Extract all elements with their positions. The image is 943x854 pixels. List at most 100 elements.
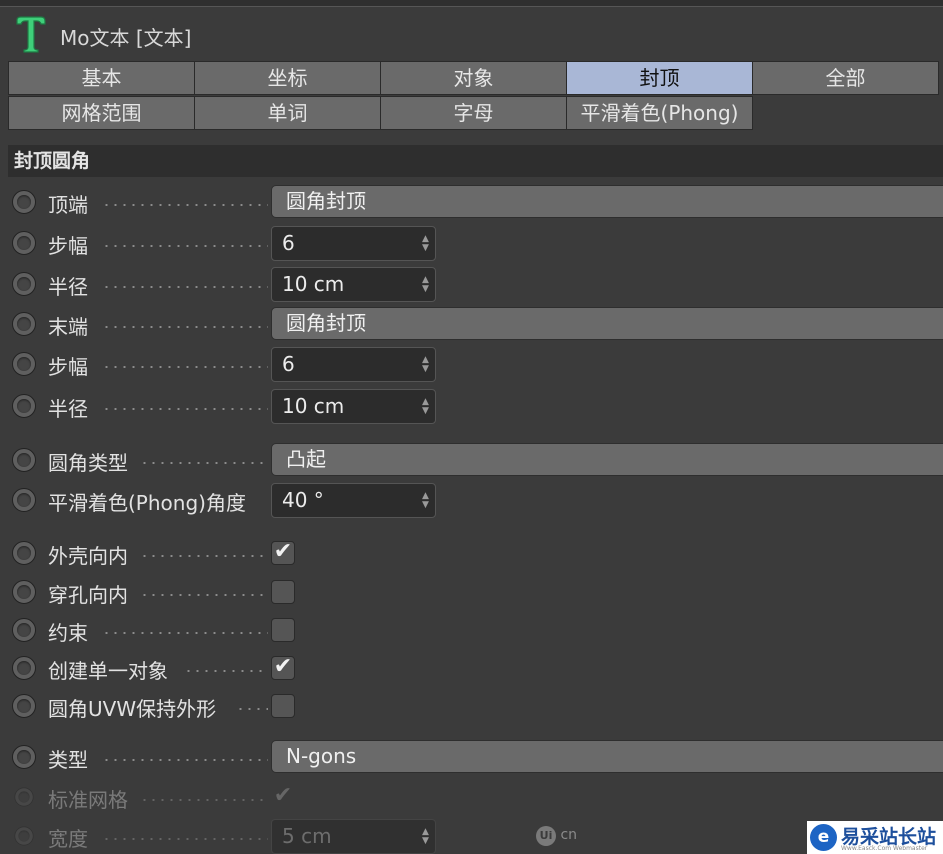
param-label: 末端 xyxy=(48,315,88,339)
animate-radio[interactable] xyxy=(12,312,36,336)
spin-arrows-icon[interactable]: ▲ ▼ xyxy=(421,492,430,510)
site-logo-icon: e xyxy=(810,824,837,851)
animate-radio[interactable] xyxy=(12,580,36,604)
param-label: 半径 xyxy=(48,275,88,299)
animate-radio[interactable] xyxy=(12,618,36,642)
hole-inwards-checkbox[interactable] xyxy=(271,580,295,604)
object-header: Mo文本 [文本] xyxy=(0,8,943,60)
fillet-type-dropdown[interactable]: 凸起 xyxy=(271,443,943,476)
keep-uvw-checkbox[interactable] xyxy=(271,694,295,718)
check-icon: ✔ xyxy=(273,539,293,564)
param-label: 外壳向内 xyxy=(48,544,128,568)
animate-radio[interactable] xyxy=(12,656,36,680)
leader-dots xyxy=(102,408,268,410)
param-row-fillet-type: 圆角类型 凸起 xyxy=(0,442,943,478)
param-row-hull-inwards: 外壳向内 ✔ xyxy=(0,535,943,571)
param-row-single-object: 创建单一对象 ✔ xyxy=(0,650,943,686)
animate-radio xyxy=(14,826,34,846)
param-row-phong-angle: 平滑着色(Phong)角度 40 ° ▲ ▼ xyxy=(0,482,943,518)
leader-dots xyxy=(140,555,268,557)
param-label: 创建单一对象 xyxy=(48,659,168,683)
constrain-checkbox[interactable] xyxy=(271,618,295,642)
tab-phong[interactable]: 平滑着色(Phong) xyxy=(566,96,753,130)
tab-all[interactable]: 全部 xyxy=(752,61,939,95)
animate-radio[interactable] xyxy=(12,448,36,472)
start-cap-dropdown[interactable]: 圆角封顶 xyxy=(271,185,943,218)
spin-arrows-icon[interactable]: ▲ ▼ xyxy=(421,356,430,374)
animate-radio[interactable] xyxy=(12,745,36,769)
animate-radio[interactable] xyxy=(12,488,36,512)
tab-mesh-range[interactable]: 网格范围 xyxy=(8,96,195,130)
leader-dots xyxy=(102,326,268,328)
animate-radio[interactable] xyxy=(12,394,36,418)
leader-dots xyxy=(102,366,268,368)
leader-dots xyxy=(236,708,268,710)
end-cap-dropdown[interactable]: 圆角封顶 xyxy=(271,307,943,340)
spin-value: 6 xyxy=(282,352,295,376)
param-label: 标准网格 xyxy=(48,788,128,812)
single-object-checkbox[interactable]: ✔ xyxy=(271,656,295,680)
hull-inwards-checkbox[interactable]: ✔ xyxy=(271,541,295,565)
animate-radio[interactable] xyxy=(12,272,36,296)
ui-watermark-text: cn xyxy=(560,827,578,843)
spin-arrows-icon[interactable]: ▲ ▼ xyxy=(421,398,430,416)
spin-value: 6 xyxy=(282,231,295,255)
param-label: 圆角类型 xyxy=(48,451,128,475)
width-input: 5 cm ▲ ▼ xyxy=(271,819,436,854)
animate-radio xyxy=(14,787,34,807)
ui-cn-watermark: Ui cn xyxy=(536,826,577,846)
spin-value: 10 cm xyxy=(282,272,345,296)
leader-dots xyxy=(102,838,268,840)
spin-value: 40 ° xyxy=(282,488,324,512)
type-dropdown[interactable]: N-gons xyxy=(271,740,943,773)
end-radius-input[interactable]: 10 cm ▲ ▼ xyxy=(271,389,436,424)
param-row-start: 顶端 圆角封顶 xyxy=(0,184,943,220)
start-steps-input[interactable]: 6 ▲ ▼ xyxy=(271,226,436,261)
section-title: 封顶圆角 xyxy=(8,145,943,177)
text-object-icon xyxy=(16,16,46,53)
animate-radio[interactable] xyxy=(12,352,36,376)
param-row-hole-inwards: 穿孔向内 xyxy=(0,574,943,610)
param-label: 顶端 xyxy=(48,193,88,217)
param-label: 步幅 xyxy=(48,355,88,379)
tab-letters[interactable]: 字母 xyxy=(380,96,567,130)
check-icon: ✔ xyxy=(273,783,293,808)
ui-logo-icon: Ui xyxy=(536,826,556,846)
regular-grid-checkbox: ✔ xyxy=(271,785,295,809)
tab-coordinates[interactable]: 坐标 xyxy=(194,61,381,95)
spin-arrows-icon[interactable]: ▲ ▼ xyxy=(421,276,430,294)
param-label: 宽度 xyxy=(48,827,88,851)
attribute-tabs: 基本 坐标 对象 封顶 全部 网格范围 单词 字母 平滑着色(Phong) xyxy=(8,61,939,133)
tab-caps[interactable]: 封顶 xyxy=(566,61,753,95)
leader-dots xyxy=(102,204,268,206)
param-row-regular-grid: 标准网格 ✔ xyxy=(0,779,943,815)
param-row-end-radius: 半径 10 cm ▲ ▼ xyxy=(0,388,943,424)
param-label: 圆角UVW保持外形 xyxy=(48,697,217,721)
phong-angle-input[interactable]: 40 ° ▲ ▼ xyxy=(271,483,436,518)
start-radius-input[interactable]: 10 cm ▲ ▼ xyxy=(271,267,436,302)
spin-arrows-icon: ▲ ▼ xyxy=(422,827,429,846)
param-label: 平滑着色(Phong)角度 xyxy=(48,491,246,515)
end-steps-input[interactable]: 6 ▲ ▼ xyxy=(271,347,436,382)
animate-radio[interactable] xyxy=(12,694,36,718)
spin-arrows-icon[interactable]: ▲ ▼ xyxy=(421,235,430,253)
spin-value: 5 cm xyxy=(282,824,332,848)
param-label: 穿孔向内 xyxy=(48,583,128,607)
tab-basic[interactable]: 基本 xyxy=(8,61,195,95)
param-row-constrain: 约束 xyxy=(0,612,943,648)
param-row-start-steps: 步幅 6 ▲ ▼ xyxy=(0,225,943,261)
leader-dots xyxy=(102,286,268,288)
tab-words[interactable]: 单词 xyxy=(194,96,381,130)
tab-object[interactable]: 对象 xyxy=(380,61,567,95)
param-row-keep-uvw: 圆角UVW保持外形 xyxy=(0,688,943,724)
param-label: 半径 xyxy=(48,397,88,421)
check-icon: ✔ xyxy=(273,654,293,679)
animate-radio[interactable] xyxy=(12,190,36,214)
param-row-end-steps: 步幅 6 ▲ ▼ xyxy=(0,346,943,382)
animate-radio[interactable] xyxy=(12,231,36,255)
param-label: 类型 xyxy=(48,748,88,772)
param-row-start-radius: 半径 10 cm ▲ ▼ xyxy=(0,266,943,302)
animate-radio[interactable] xyxy=(12,541,36,565)
spin-value: 10 cm xyxy=(282,394,345,418)
site-url: Www.Easck.Com Webmaster xyxy=(841,845,928,852)
